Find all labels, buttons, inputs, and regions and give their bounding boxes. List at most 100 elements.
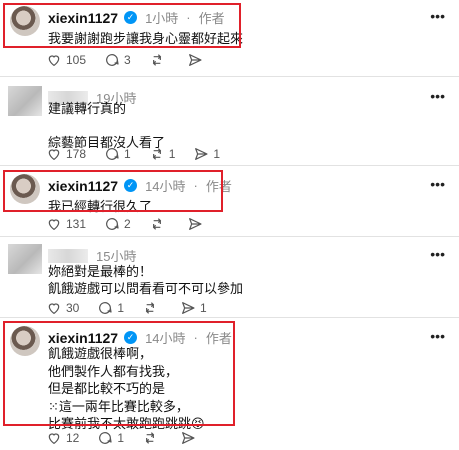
heart-icon (48, 219, 60, 231)
share-icon (188, 218, 202, 230)
avatar[interactable] (8, 86, 42, 116)
author-tag: 作者 (198, 11, 225, 26)
avatar[interactable] (10, 174, 40, 204)
action-bar: 30 1 1 (46, 300, 225, 316)
comment-icon (106, 54, 119, 66)
post-header: xiexin1127 ✓ 1小時 · 作者 (48, 8, 225, 27)
repost-icon (145, 302, 155, 314)
share-icon (182, 302, 195, 314)
username[interactable]: xiexin1127 (48, 178, 118, 194)
thread-comments: xiexin1127 ✓ 1小時 · 作者 ••• 我要謝謝跑步讓我身心靈都好起… (0, 0, 459, 450)
author-tag: 作者 (205, 331, 232, 346)
reply-post: xiexin1127 ✓ 14小時 · 作者 ••• 飢餓遊戲很棒啊， 他們製作… (0, 320, 459, 450)
heart-icon (48, 303, 60, 315)
separator: · (193, 330, 198, 345)
like-count: 30 (66, 301, 80, 315)
comment-count: 2 (124, 217, 131, 231)
reply-post: 19小時 ••• 建議轉行真的 綜藝節目都沒人看了 178 1 1 1 (0, 80, 459, 168)
avatar[interactable] (8, 244, 42, 274)
verified-icon: ✓ (124, 331, 138, 344)
reply-post: 15小時 ••• 妳絕對是最棒的！ 飢餓遊戲可以問看看可不可以參加 30 1 1 (0, 238, 459, 318)
verified-icon: ✓ (124, 11, 138, 24)
comment-button[interactable]: 3 (104, 52, 131, 68)
reply-post: xiexin1127 ✓ 1小時 · 作者 ••• 我要謝謝跑步讓我身心靈都好起… (0, 0, 459, 72)
more-icon[interactable]: ••• (430, 328, 445, 344)
post-text: 飢餓遊戲很棒啊， 他們製作人都有找我， 但是都比較不巧的是 ⁙這一兩年比賽比較多… (48, 346, 205, 431)
repost-icon (152, 218, 161, 230)
more-icon[interactable]: ••• (430, 176, 445, 192)
redacted-username (48, 248, 88, 263)
like-count: 12 (66, 431, 80, 445)
heart-icon (48, 433, 60, 445)
avatar[interactable] (10, 326, 40, 356)
verified-icon: ✓ (124, 179, 138, 192)
comment-icon (106, 218, 119, 230)
comment-button[interactable]: 1 (97, 300, 124, 316)
share-count: 1 (200, 301, 207, 315)
username[interactable]: xiexin1127 (48, 330, 118, 346)
repost-button[interactable] (142, 430, 162, 446)
heart-icon (48, 55, 60, 67)
action-bar: 131 2 (46, 216, 225, 232)
like-count: 105 (66, 53, 87, 67)
post-time: 14小時 (145, 179, 186, 194)
share-icon (182, 432, 195, 444)
comment-button[interactable]: 1 (104, 146, 131, 162)
share-button[interactable] (187, 216, 207, 232)
more-icon[interactable]: ••• (430, 246, 445, 262)
divider (0, 317, 459, 318)
action-bar: 105 3 (46, 52, 225, 68)
post-time: 1小時 (145, 11, 179, 26)
post-text: 我已經轉行很久了 (48, 199, 153, 214)
repost-button[interactable] (149, 216, 169, 232)
share-button[interactable] (180, 430, 200, 446)
repost-button[interactable] (142, 300, 162, 316)
share-count: 1 (213, 147, 221, 161)
separator: · (186, 10, 191, 25)
comment-count: 1 (117, 431, 125, 445)
username[interactable]: xiexin1127 (48, 10, 118, 26)
like-button[interactable]: 178 (46, 146, 86, 162)
heart-icon (48, 149, 60, 161)
share-button[interactable] (187, 52, 207, 68)
like-count: 178 (66, 147, 87, 161)
post-text: 我要謝謝跑步讓我身心靈都好起來 (48, 31, 244, 46)
reply-post: xiexin1127 ✓ 14小時 · 作者 ••• 我已經轉行很久了 131 … (0, 168, 459, 234)
comment-button[interactable]: 1 (97, 430, 124, 446)
like-button[interactable]: 12 (46, 430, 79, 446)
repost-icon (145, 432, 155, 444)
comment-button[interactable]: 2 (104, 216, 131, 232)
separator: · (193, 178, 198, 193)
comment-count: 3 (124, 53, 131, 67)
repost-count: 1 (168, 147, 176, 161)
share-button[interactable]: 1 (193, 146, 220, 162)
share-icon (195, 148, 209, 160)
divider (0, 76, 459, 77)
more-icon[interactable]: ••• (430, 88, 445, 104)
action-bar: 178 1 1 1 (46, 146, 238, 162)
post-text: 妳絕對是最棒的！ 飢餓遊戲可以問看看可不可以參加 (48, 264, 244, 296)
comment-icon (99, 302, 112, 314)
divider (0, 165, 459, 166)
repost-button[interactable] (149, 52, 169, 68)
comment-icon (106, 148, 119, 160)
divider (0, 236, 459, 237)
like-count: 131 (66, 217, 87, 231)
like-button[interactable]: 30 (46, 300, 79, 316)
like-button[interactable]: 131 (46, 216, 86, 232)
share-icon (188, 54, 202, 66)
comment-count: 1 (117, 301, 125, 315)
repost-icon (152, 148, 161, 160)
comment-icon (99, 432, 112, 444)
repost-icon (152, 54, 161, 66)
share-button[interactable]: 1 (180, 300, 207, 316)
more-icon[interactable]: ••• (430, 8, 445, 24)
repost-button[interactable]: 1 (149, 146, 176, 162)
like-button[interactable]: 105 (46, 52, 86, 68)
post-text: 建議轉行真的 綜藝節目都沒人看了 (48, 101, 166, 150)
author-tag: 作者 (205, 179, 232, 194)
avatar[interactable] (10, 6, 40, 36)
post-header: xiexin1127 ✓ 14小時 · 作者 (48, 176, 232, 195)
comment-count: 1 (124, 147, 131, 161)
action-bar: 12 1 (46, 430, 218, 446)
